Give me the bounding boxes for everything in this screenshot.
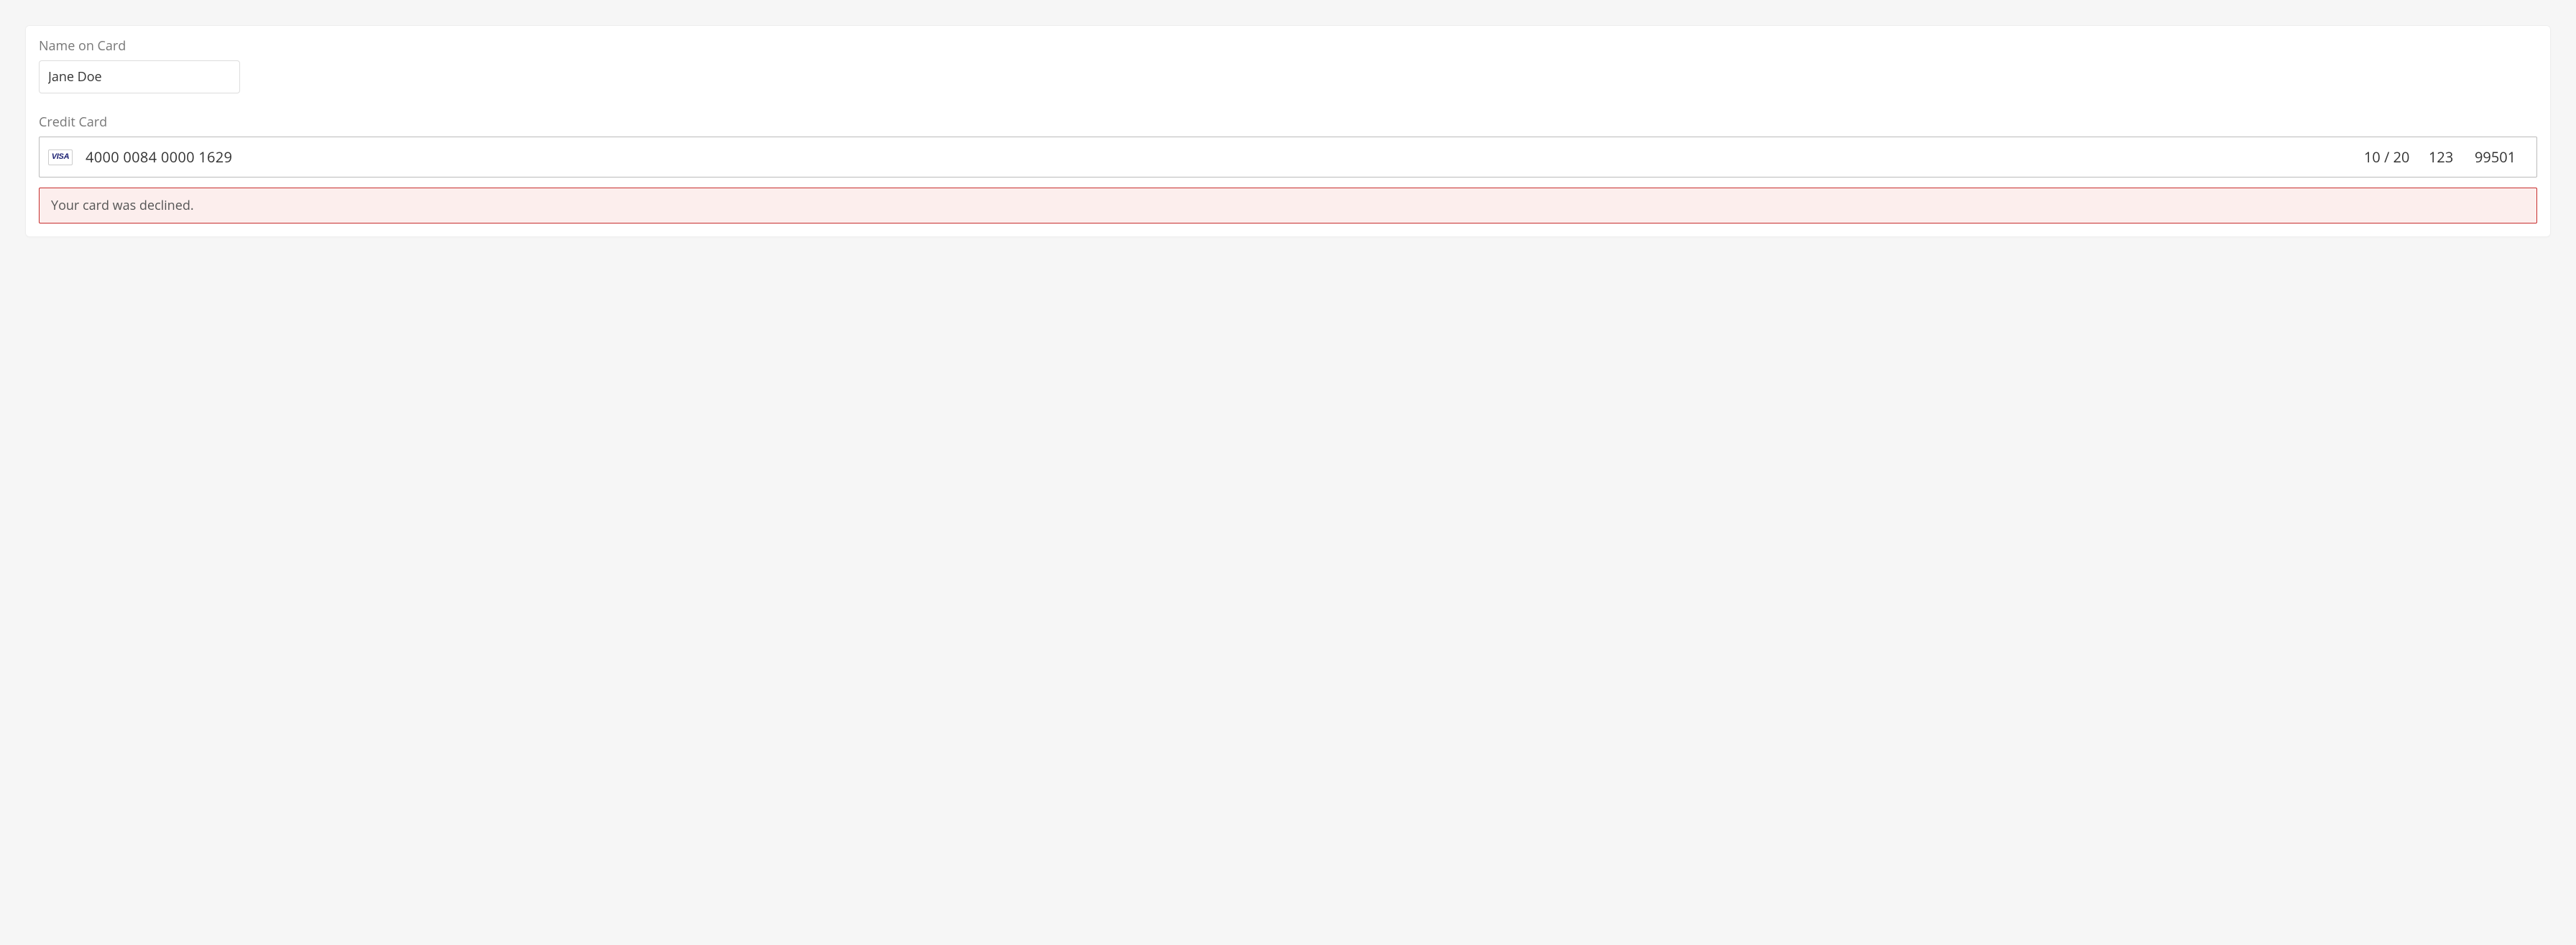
payment-form-card: Name on Card Credit Card VISA Your card … — [25, 25, 2551, 237]
card-expiry-input[interactable] — [2364, 147, 2416, 167]
card-cvc-input[interactable] — [2429, 147, 2462, 167]
credit-card-section: Credit Card VISA Your card was declined. — [39, 114, 2537, 223]
visa-icon: VISA — [48, 149, 73, 165]
name-on-card-label: Name on Card — [39, 37, 2537, 55]
credit-card-input-row: VISA — [39, 137, 2537, 178]
visa-icon-text: VISA — [52, 153, 69, 161]
card-error-message: Your card was declined. — [39, 188, 2537, 223]
card-number-input[interactable] — [86, 147, 2351, 167]
card-zip-input[interactable] — [2475, 147, 2525, 167]
credit-card-label: Credit Card — [39, 114, 2537, 131]
name-on-card-input[interactable] — [39, 60, 240, 93]
